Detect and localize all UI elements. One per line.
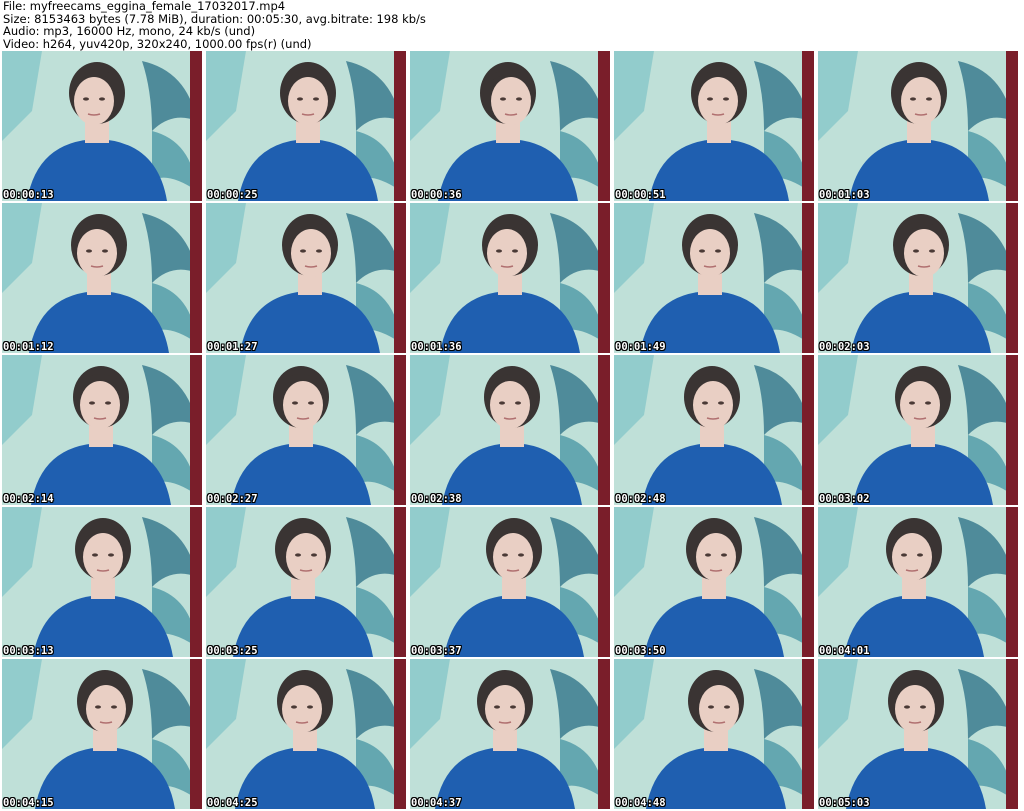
frame-image: [410, 659, 610, 809]
video-thumbnail: 00:04:48: [614, 659, 814, 809]
thumbnail-timestamp: 00:01:49: [615, 341, 666, 353]
thumbnail-timestamp: 00:00:13: [3, 189, 54, 201]
video-thumbnail: 00:03:50: [614, 507, 814, 657]
video-thumbnail: 00:04:37: [410, 659, 610, 809]
video-thumbnail: 00:03:25: [206, 507, 406, 657]
thumbnail-timestamp: 00:04:37: [411, 797, 462, 809]
frame-image: [206, 659, 406, 809]
thumbnail-timestamp: 00:00:36: [411, 189, 462, 201]
frame-image: [614, 507, 814, 657]
video-thumbnail: 00:01:49: [614, 203, 814, 353]
video-thumbnail: 00:04:25: [206, 659, 406, 809]
frame-image: [2, 203, 202, 353]
thumbnail-timestamp: 00:02:48: [615, 493, 666, 505]
file-info-header: File: myfreecams_eggina_female_17032017.…: [3, 0, 1021, 50]
thumbnail-timestamp: 00:04:48: [615, 797, 666, 809]
frame-image: [818, 659, 1018, 809]
thumbnail-timestamp: 00:01:12: [3, 341, 54, 353]
video-thumbnail: 00:04:01: [818, 507, 1018, 657]
thumbnail-timestamp: 00:02:14: [3, 493, 54, 505]
frame-image: [818, 51, 1018, 201]
thumbnail-timestamp: 00:00:25: [207, 189, 258, 201]
file-name-line: File: myfreecams_eggina_female_17032017.…: [3, 0, 286, 13]
frame-image: [410, 507, 610, 657]
video-thumbnail: 00:01:03: [818, 51, 1018, 201]
thumbnail-timestamp: 00:01:03: [819, 189, 870, 201]
frame-image: [614, 203, 814, 353]
thumbnail-timestamp: 00:04:15: [3, 797, 54, 809]
frame-image: [410, 203, 610, 353]
frame-image: [206, 203, 406, 353]
audio-info-line: Audio: mp3, 16000 Hz, mono, 24 kb/s (und…: [3, 24, 256, 38]
frame-image: [818, 203, 1018, 353]
video-thumbnail: 00:03:02: [818, 355, 1018, 505]
thumbnail-timestamp: 00:02:03: [819, 341, 870, 353]
video-thumbnail: 00:02:48: [614, 355, 814, 505]
frame-image: [614, 51, 814, 201]
frame-image: [818, 507, 1018, 657]
thumbnail-timestamp: 00:04:01: [819, 645, 870, 657]
frame-image: [818, 355, 1018, 505]
video-thumbnail: 00:02:38: [410, 355, 610, 505]
video-thumbnail: 00:01:27: [206, 203, 406, 353]
video-thumbnail: 00:02:03: [818, 203, 1018, 353]
frame-image: [206, 355, 406, 505]
video-thumbnail: 00:03:37: [410, 507, 610, 657]
frame-image: [410, 51, 610, 201]
thumbnail-timestamp: 00:05:03: [819, 797, 870, 809]
thumbnail-timestamp: 00:04:25: [207, 797, 258, 809]
frame-image: [614, 659, 814, 809]
video-thumbnail: 00:00:13: [2, 51, 202, 201]
video-thumbnail: 00:02:27: [206, 355, 406, 505]
frame-image: [410, 355, 610, 505]
thumbnail-timestamp: 00:03:37: [411, 645, 462, 657]
frame-image: [614, 355, 814, 505]
video-thumbnail: 00:02:14: [2, 355, 202, 505]
video-thumbnail: 00:01:12: [2, 203, 202, 353]
frame-image: [2, 51, 202, 201]
thumbnail-timestamp: 00:01:27: [207, 341, 258, 353]
thumbnail-grid: 00:00:13 00:00:25 00:00:36 00:00:51 00:01:03…: [2, 51, 1022, 811]
thumbnail-timestamp: 00:03:50: [615, 645, 666, 657]
thumbnail-timestamp: 00:02:27: [207, 493, 258, 505]
video-thumbnail: 00:05:03: [818, 659, 1018, 809]
video-thumbnail: 00:03:13: [2, 507, 202, 657]
thumbnail-timestamp: 00:03:02: [819, 493, 870, 505]
frame-image: [206, 507, 406, 657]
thumbnail-timestamp: 00:03:13: [3, 645, 54, 657]
video-thumbnail: 00:04:15: [2, 659, 202, 809]
video-thumbnail: 00:00:36: [410, 51, 610, 201]
video-info-line: Video: h264, yuv420p, 320x240, 1000.00 f…: [3, 36, 312, 51]
video-thumbnail: 00:00:25: [206, 51, 406, 201]
frame-image: [2, 659, 202, 809]
frame-image: [2, 507, 202, 657]
frame-image: [206, 51, 406, 201]
thumbnail-timestamp: 00:02:38: [411, 493, 462, 505]
thumbnail-timestamp: 00:01:36: [411, 341, 462, 353]
video-thumbnail: 00:00:51: [614, 51, 814, 201]
thumbnail-timestamp: 00:00:51: [615, 189, 666, 201]
video-thumbnail: 00:01:36: [410, 203, 610, 353]
frame-image: [2, 355, 202, 505]
thumbnail-timestamp: 00:03:25: [207, 645, 258, 657]
